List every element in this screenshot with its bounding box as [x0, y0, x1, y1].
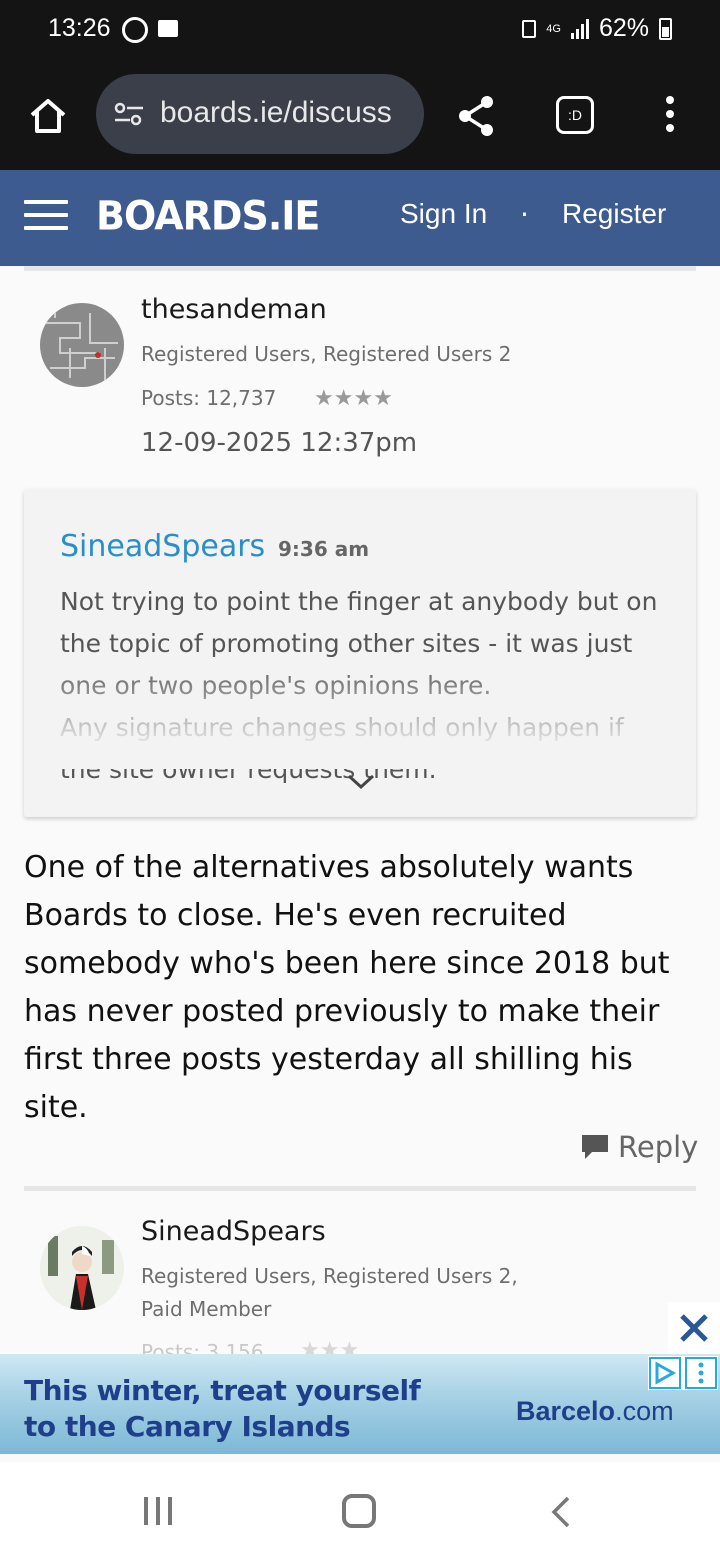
quote-fade	[24, 659, 696, 769]
network-type-label: 4G	[546, 22, 561, 35]
avatar[interactable]	[40, 1226, 124, 1310]
tabs-button[interactable]: :D	[556, 96, 594, 134]
adchoices-icon[interactable]	[648, 1356, 718, 1390]
post-count: Posts: 12,737	[141, 386, 277, 410]
ad-banner[interactable]: This winter, treat yourself to the Canar…	[0, 1354, 720, 1454]
system-nav-bar	[0, 1462, 720, 1560]
more-menu-icon[interactable]	[666, 96, 676, 136]
address-bar[interactable]: boards.ie/discuss	[96, 74, 424, 154]
user-roles-line2: Paid Member	[141, 1297, 272, 1321]
rank-stars: ★★★★	[314, 386, 393, 411]
nav-home-icon[interactable]	[342, 1494, 376, 1528]
ad-brand: Barcelo.com	[516, 1396, 674, 1427]
back-icon[interactable]	[550, 1496, 572, 1528]
post-body: One of the alternatives absolutely wants…	[24, 850, 670, 1125]
battery-icon	[659, 17, 672, 40]
share-icon[interactable]	[456, 94, 496, 138]
post-username[interactable]: SineadSpears	[141, 1216, 326, 1247]
ad-headline-line1: This winter, treat yourself	[24, 1374, 421, 1407]
home-icon[interactable]	[28, 96, 68, 136]
whatsapp-icon	[122, 17, 148, 43]
chevron-down-icon[interactable]	[346, 769, 376, 793]
user-roles: Registered Users, Registered Users 2, Pa…	[141, 1260, 518, 1326]
site-settings-icon[interactable]	[114, 102, 144, 126]
header-separator: ·	[520, 198, 529, 231]
battery-saver-icon	[522, 19, 537, 38]
status-bar: 13:26 4G 62%	[0, 0, 720, 62]
signal-icon	[570, 18, 589, 39]
site-logo[interactable]: BOARDS.IE	[96, 193, 320, 239]
battery-percent: 62%	[598, 14, 649, 42]
post-divider	[24, 266, 696, 271]
register-link[interactable]: Register	[562, 198, 666, 230]
ad-headline-line2: to the Canary Islands	[24, 1410, 351, 1443]
user-roles-line1: Registered Users, Registered Users 2,	[141, 1264, 518, 1288]
reply-button[interactable]: Reply	[580, 1130, 698, 1164]
post-date[interactable]: 12-09-2025 12:37pm	[141, 428, 417, 458]
sign-in-link[interactable]: Sign In	[400, 198, 487, 230]
close-icon	[680, 1314, 708, 1342]
quote-block: SineadSpears 9:36 am Not trying to point…	[24, 489, 696, 817]
ad-close-button[interactable]	[668, 1302, 720, 1354]
quote-time: 9:36 am	[278, 537, 370, 561]
post-username[interactable]: thesandeman	[141, 294, 327, 325]
reply-label: Reply	[618, 1130, 699, 1164]
ad-brand-suffix: .com	[615, 1396, 674, 1426]
ad-brand-name: Barcelo	[516, 1396, 616, 1426]
folder-icon	[158, 20, 178, 37]
quote-author[interactable]: SineadSpears	[60, 529, 265, 564]
url-text[interactable]: boards.ie/discuss	[160, 96, 392, 130]
recents-icon[interactable]	[142, 1496, 174, 1526]
site-header: BOARDS.IE Sign In · Register	[0, 170, 720, 266]
browser-toolbar: boards.ie/discuss :D	[0, 62, 720, 170]
reply-icon	[582, 1135, 608, 1159]
avatar[interactable]	[40, 303, 124, 387]
hamburger-menu-icon[interactable]	[24, 200, 68, 234]
post-divider	[24, 1186, 696, 1191]
status-time: 13:26	[48, 14, 111, 42]
user-roles: Registered Users, Registered Users 2	[141, 342, 512, 366]
